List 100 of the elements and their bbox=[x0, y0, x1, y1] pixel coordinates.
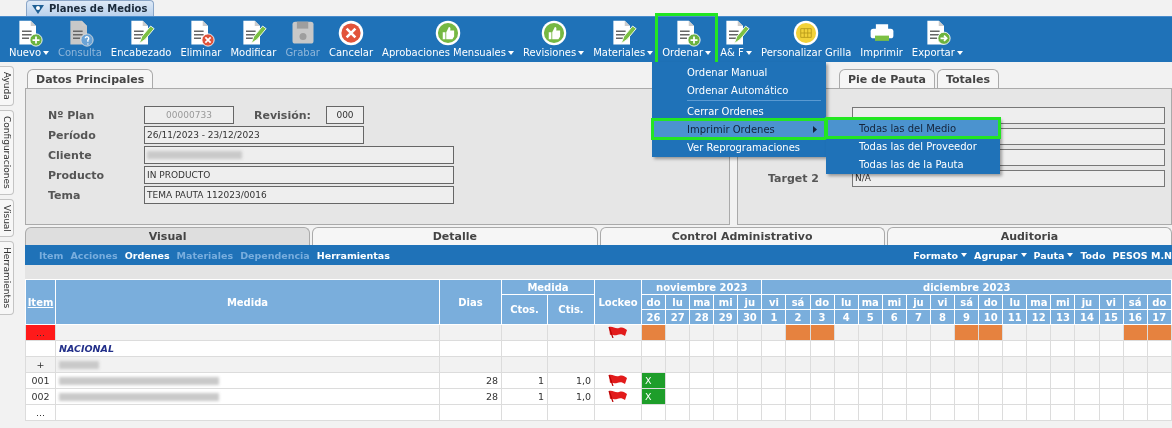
day-cell[interactable] bbox=[786, 388, 811, 405]
toolbar-button[interactable]: A& F bbox=[717, 17, 755, 62]
window-tab[interactable]: Planes de Medios bbox=[26, 0, 155, 16]
menu-item[interactable]: Cerrar Ordenes bbox=[653, 102, 825, 120]
toolbar-menu[interactable]: Agrupar bbox=[974, 249, 1027, 261]
day-cell[interactable] bbox=[1147, 404, 1172, 421]
day-cell[interactable] bbox=[665, 388, 690, 405]
day-cell[interactable] bbox=[1123, 388, 1148, 405]
day-cell[interactable] bbox=[1123, 340, 1148, 357]
day-cell[interactable] bbox=[978, 404, 1003, 421]
day-cell[interactable] bbox=[1002, 324, 1027, 341]
day-cell[interactable] bbox=[1002, 388, 1027, 405]
menu-item[interactable]: Todas las del Medio bbox=[827, 119, 999, 137]
day-cell[interactable] bbox=[1147, 340, 1172, 357]
day-cell[interactable] bbox=[761, 356, 786, 373]
day-cell[interactable] bbox=[1050, 372, 1075, 389]
day-cell[interactable] bbox=[834, 372, 859, 389]
day-cell[interactable] bbox=[834, 356, 859, 373]
day-cell[interactable] bbox=[665, 340, 690, 357]
day-cell[interactable] bbox=[858, 324, 883, 341]
day-cell[interactable] bbox=[689, 324, 714, 341]
day-cell[interactable] bbox=[882, 356, 907, 373]
day-cell[interactable] bbox=[761, 340, 786, 357]
day-cell[interactable] bbox=[761, 404, 786, 421]
day-cell[interactable] bbox=[761, 388, 786, 405]
day-cell[interactable] bbox=[641, 340, 666, 357]
side-tab[interactable]: Herramientas bbox=[0, 241, 14, 315]
day-cell[interactable] bbox=[930, 324, 955, 341]
day-cell[interactable] bbox=[761, 324, 786, 341]
day-cell[interactable] bbox=[1050, 388, 1075, 405]
day-cell[interactable] bbox=[1074, 388, 1099, 405]
side-tab[interactable]: Configuraciones bbox=[0, 109, 14, 195]
day-cell[interactable] bbox=[737, 372, 762, 389]
day-cell[interactable] bbox=[786, 340, 811, 357]
day-cell[interactable] bbox=[930, 372, 955, 389]
day-cell[interactable] bbox=[1074, 404, 1099, 421]
day-cell[interactable] bbox=[1123, 404, 1148, 421]
day-cell[interactable] bbox=[954, 388, 979, 405]
toolbar-button[interactable]: Imprimir bbox=[857, 17, 906, 62]
day-cell[interactable] bbox=[1026, 388, 1051, 405]
day-cell[interactable] bbox=[882, 404, 907, 421]
toolbar-menu[interactable]: Herramientas bbox=[316, 249, 390, 261]
day-cell[interactable] bbox=[1099, 372, 1124, 389]
day-cell[interactable] bbox=[665, 324, 690, 341]
day-cell[interactable] bbox=[713, 324, 738, 341]
day-cell[interactable] bbox=[1002, 372, 1027, 389]
day-cell[interactable] bbox=[1123, 356, 1148, 373]
day-cell[interactable] bbox=[906, 372, 931, 389]
toolbar-button[interactable]: Personalizar Grilla bbox=[758, 17, 855, 62]
day-cell[interactable] bbox=[954, 404, 979, 421]
day-cell[interactable] bbox=[906, 356, 931, 373]
menu-item[interactable]: Ver Reprogramaciones bbox=[653, 138, 825, 156]
day-cell[interactable] bbox=[930, 404, 955, 421]
day-cell[interactable] bbox=[834, 404, 859, 421]
day-cell[interactable] bbox=[1002, 356, 1027, 373]
day-cell[interactable] bbox=[1026, 372, 1051, 389]
side-tab[interactable]: Visual bbox=[0, 198, 14, 238]
toolbar-button[interactable]: Cancelar bbox=[325, 17, 377, 62]
toolbar-button[interactable]: Exportar bbox=[908, 17, 966, 62]
day-cell[interactable] bbox=[882, 324, 907, 341]
day-cell[interactable] bbox=[858, 388, 883, 405]
day-cell[interactable] bbox=[810, 356, 835, 373]
input-field[interactable]: TEMA PAUTA 112023/0016 bbox=[144, 186, 454, 204]
day-cell[interactable] bbox=[665, 372, 690, 389]
day-cell[interactable] bbox=[858, 356, 883, 373]
day-cell[interactable] bbox=[761, 372, 786, 389]
day-cell[interactable] bbox=[906, 404, 931, 421]
input-field[interactable]: 000 bbox=[326, 106, 364, 124]
day-cell[interactable] bbox=[641, 404, 666, 421]
tab[interactable]: Control Administrativo bbox=[599, 227, 885, 245]
day-cell[interactable] bbox=[1147, 372, 1172, 389]
day-cell[interactable] bbox=[1026, 324, 1051, 341]
day-cell[interactable] bbox=[665, 404, 690, 421]
day-cell[interactable] bbox=[978, 340, 1003, 357]
day-cell[interactable] bbox=[906, 388, 931, 405]
day-cell[interactable] bbox=[858, 372, 883, 389]
day-cell[interactable] bbox=[1026, 404, 1051, 421]
day-cell[interactable] bbox=[858, 404, 883, 421]
day-cell[interactable] bbox=[1099, 388, 1124, 405]
day-cell[interactable] bbox=[713, 340, 738, 357]
tab[interactable]: Visual bbox=[25, 227, 311, 245]
day-cell[interactable] bbox=[834, 388, 859, 405]
day-cell[interactable] bbox=[882, 340, 907, 357]
day-cell[interactable] bbox=[786, 404, 811, 421]
day-cell[interactable] bbox=[978, 372, 1003, 389]
toolbar-menu[interactable]: Pauta bbox=[1033, 249, 1074, 261]
day-cell[interactable] bbox=[1002, 340, 1027, 357]
tab[interactable]: Auditoria bbox=[886, 227, 1172, 245]
day-cell[interactable] bbox=[1123, 372, 1148, 389]
day-cell[interactable] bbox=[1002, 404, 1027, 421]
day-cell[interactable] bbox=[1099, 404, 1124, 421]
day-cell[interactable] bbox=[1147, 388, 1172, 405]
day-cell[interactable] bbox=[1099, 340, 1124, 357]
day-cell[interactable] bbox=[713, 388, 738, 405]
toolbar-menu[interactable]: PESOS M.N bbox=[1112, 249, 1172, 261]
day-cell[interactable] bbox=[1099, 324, 1124, 341]
toolbar-button[interactable]: Eliminar bbox=[177, 17, 225, 62]
menu-item[interactable]: Ordenar Manual bbox=[653, 63, 825, 81]
input-field[interactable]: 26/11/2023 - 23/12/2023 bbox=[144, 126, 364, 144]
day-cell[interactable] bbox=[1074, 340, 1099, 357]
